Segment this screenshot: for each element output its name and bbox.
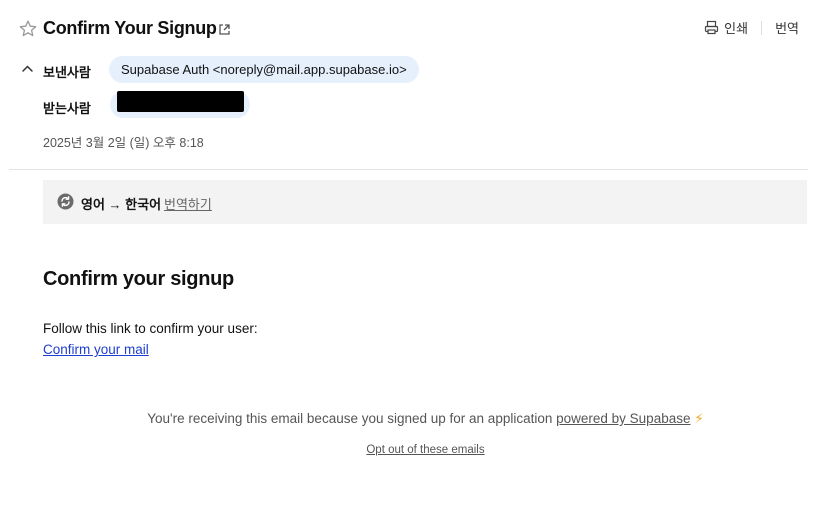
refresh-icon	[57, 193, 74, 210]
body-title: Confirm your signup	[43, 268, 234, 290]
print-label: 인쇄	[724, 21, 749, 36]
translate-button[interactable]: 번역	[775, 18, 799, 37]
supabase-link[interactable]: powered by Supabase	[556, 411, 690, 426]
header-divider	[9, 169, 808, 170]
sender-chip[interactable]: Supabase Auth <noreply@mail.app.supabase…	[109, 56, 419, 83]
toolbar: 인쇄 번역	[704, 18, 799, 37]
external-link-icon[interactable]	[218, 23, 231, 36]
lightning-bolt-icon: ⚡	[694, 411, 704, 426]
confirm-mail-link[interactable]: Confirm your mail	[43, 342, 149, 357]
translation-languages: 영어 → 한국어	[81, 197, 162, 212]
star-icon[interactable]	[18, 19, 38, 39]
footer-notice: You're receiving this email because you …	[0, 411, 821, 427]
from-label: 보낸사람	[43, 65, 91, 80]
redacted-recipient	[117, 91, 244, 112]
translate-link[interactable]: 번역하기	[164, 194, 212, 213]
to-label: 받는사람	[43, 101, 91, 116]
toolbar-divider	[761, 20, 763, 35]
print-icon	[705, 20, 719, 35]
print-button[interactable]: 인쇄	[704, 18, 748, 37]
optout-link[interactable]: Opt out of these emails	[366, 444, 484, 456]
footer-text: You're receiving this email because you …	[147, 411, 553, 426]
email-subject: Confirm Your Signup	[43, 18, 217, 38]
optout-row: Opt out of these emails	[0, 444, 821, 456]
email-date: 2025년 3월 2일 (일) 오후 8:18	[43, 136, 204, 150]
chevron-up-icon[interactable]	[21, 62, 34, 75]
body-text: Follow this link to confirm your user:	[43, 321, 258, 336]
translate-label: 번역	[775, 21, 799, 36]
